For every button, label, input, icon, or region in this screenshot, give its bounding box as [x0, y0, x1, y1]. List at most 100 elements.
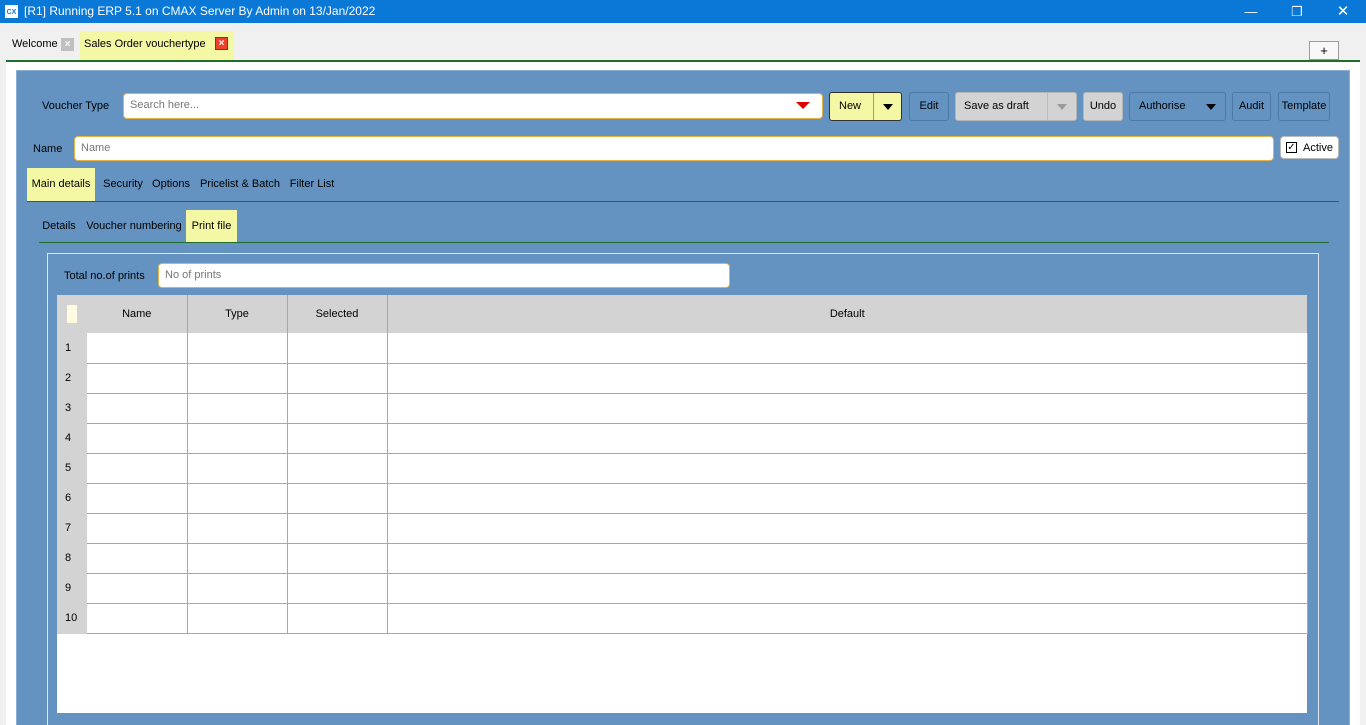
name-cell[interactable] [87, 453, 188, 484]
table-row: 1 [57, 333, 1308, 364]
type-cell[interactable] [187, 363, 288, 394]
selected-cell[interactable] [287, 573, 388, 604]
tab-pricelist-batch[interactable]: Pricelist & Batch [197, 168, 283, 201]
split-divider [1047, 93, 1048, 120]
name-cell[interactable] [87, 333, 188, 364]
row-number: 6 [57, 483, 87, 514]
tab-security[interactable]: Security [99, 168, 147, 201]
type-cell[interactable] [187, 393, 288, 424]
voucher-type-search-input[interactable]: Search here... [123, 93, 823, 119]
template-button[interactable]: Template [1278, 92, 1330, 121]
subtab-voucher-numbering[interactable]: Voucher numbering [85, 210, 183, 243]
main-tab-underline [27, 201, 1339, 202]
selected-cell[interactable] [287, 603, 388, 634]
tab-welcome[interactable]: Welcome × [8, 33, 78, 59]
name-cell[interactable] [87, 363, 188, 394]
window-title: [R1] Running ERP 5.1 on CMAX Server By A… [24, 4, 376, 18]
close-window-button[interactable]: ✕ [1320, 0, 1366, 23]
type-cell[interactable] [187, 573, 288, 604]
maximize-button[interactable]: ❐ [1274, 0, 1320, 23]
default-cell[interactable] [387, 603, 1308, 634]
voucher-type-label: Voucher Type [42, 100, 110, 112]
row-number: 8 [57, 543, 87, 574]
selected-cell[interactable] [287, 363, 388, 394]
default-cell[interactable] [387, 333, 1308, 364]
default-cell[interactable] [387, 363, 1308, 394]
minimize-button[interactable]: — [1228, 0, 1274, 23]
undo-button[interactable]: Undo [1083, 92, 1123, 121]
default-cell[interactable] [387, 543, 1308, 574]
save-draft-dropdown-icon[interactable] [1057, 104, 1067, 110]
new-button-label: New [839, 100, 862, 112]
type-cell[interactable] [187, 423, 288, 454]
type-cell[interactable] [187, 453, 288, 484]
default-cell[interactable] [387, 393, 1308, 424]
print-files-table: Name Type Selected Default 1 2 3 4 5 6 7… [57, 295, 1308, 634]
selected-cell[interactable] [287, 543, 388, 574]
row-number: 10 [57, 603, 87, 634]
default-cell[interactable] [387, 573, 1308, 604]
authorise-dropdown-icon[interactable] [1206, 104, 1216, 110]
new-dropdown-icon[interactable] [883, 104, 893, 110]
selected-cell[interactable] [287, 333, 388, 364]
active-checkbox[interactable]: ✓ Active [1280, 136, 1339, 159]
new-split-button[interactable]: New [829, 92, 902, 121]
type-cell[interactable] [187, 483, 288, 514]
name-cell[interactable] [87, 543, 188, 574]
edit-button[interactable]: Edit [909, 92, 949, 121]
voucher-type-panel: Voucher Type Search here... New Edit Sav… [16, 70, 1350, 725]
selected-cell[interactable] [287, 453, 388, 484]
tab-sales-order-vouchertype[interactable]: Sales Order vouchertype × [80, 31, 234, 59]
column-header-type[interactable]: Type [187, 295, 288, 333]
table-row: 2 [57, 363, 1308, 394]
default-cell[interactable] [387, 453, 1308, 484]
selected-cell[interactable] [287, 513, 388, 544]
name-input[interactable]: Name [74, 136, 1274, 161]
close-tab-icon[interactable]: × [215, 37, 228, 50]
dropdown-arrow-icon[interactable] [796, 102, 810, 109]
main-tab-bar: Main details Security Options Pricelist … [27, 168, 1337, 201]
content-frame: Voucher Type Search here... New Edit Sav… [6, 62, 1360, 725]
voucher-search-placeholder: Search here... [130, 99, 200, 111]
column-header-selected[interactable]: Selected [287, 295, 388, 333]
tab-options[interactable]: Options [151, 168, 191, 201]
name-cell[interactable] [87, 483, 188, 514]
table-row: 4 [57, 423, 1308, 454]
total-prints-input[interactable]: No of prints [158, 263, 730, 288]
name-cell[interactable] [87, 393, 188, 424]
select-all-cell[interactable] [57, 295, 87, 333]
print-files-grid: Name Type Selected Default 1 2 3 4 5 6 7… [57, 295, 1308, 713]
selected-cell[interactable] [287, 393, 388, 424]
default-cell[interactable] [387, 513, 1308, 544]
sub-tab-bar: Details Voucher numbering Print file [39, 210, 1329, 243]
close-tab-icon[interactable]: × [61, 38, 74, 51]
subtab-print-file[interactable]: Print file [186, 210, 237, 243]
selected-cell[interactable] [287, 423, 388, 454]
column-header-default[interactable]: Default [387, 295, 1307, 333]
selected-cell[interactable] [287, 483, 388, 514]
type-cell[interactable] [187, 543, 288, 574]
save-as-draft-button[interactable]: Save as draft [955, 92, 1077, 121]
save-draft-label: Save as draft [964, 100, 1029, 112]
name-cell[interactable] [87, 603, 188, 634]
type-cell[interactable] [187, 513, 288, 544]
row-number: 3 [57, 393, 87, 424]
type-cell[interactable] [187, 333, 288, 364]
column-header-name[interactable]: Name [87, 295, 188, 333]
name-cell[interactable] [87, 423, 188, 454]
name-cell[interactable] [87, 573, 188, 604]
name-cell[interactable] [87, 513, 188, 544]
tab-filter-list[interactable]: Filter List [288, 168, 336, 201]
checkmark-icon: ✓ [1286, 142, 1297, 153]
type-cell[interactable] [187, 603, 288, 634]
default-cell[interactable] [387, 483, 1308, 514]
authorise-button[interactable]: Authorise [1129, 92, 1226, 121]
tab-main-details[interactable]: Main details [27, 168, 95, 201]
table-row: 6 [57, 483, 1308, 514]
active-label: Active [1303, 142, 1333, 154]
default-cell[interactable] [387, 423, 1308, 454]
audit-button[interactable]: Audit [1232, 92, 1271, 121]
table-row: 9 [57, 573, 1308, 604]
subtab-details[interactable]: Details [39, 210, 79, 243]
add-tab-button[interactable]: + [1309, 41, 1339, 60]
